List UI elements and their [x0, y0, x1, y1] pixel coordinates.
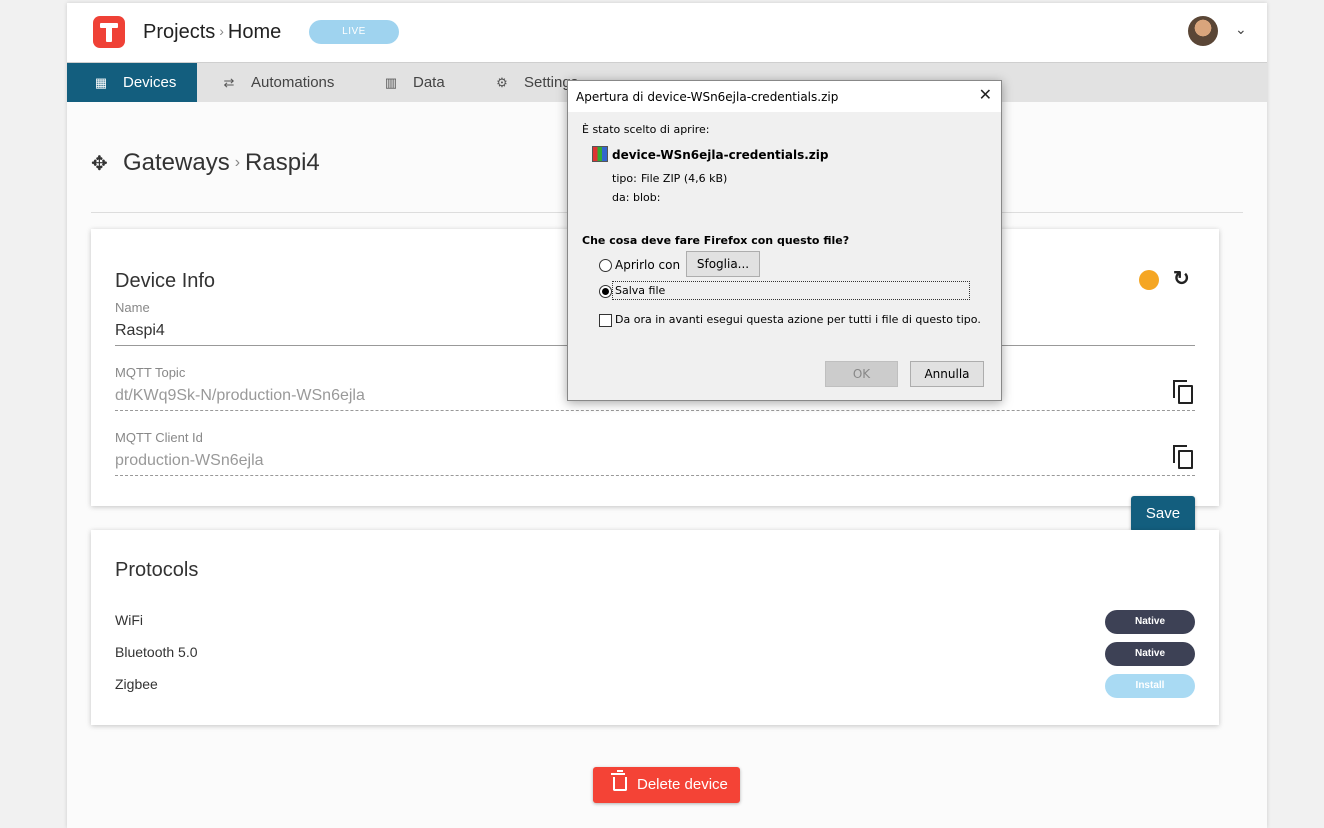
- trash-icon: [611, 770, 627, 791]
- delete-device-button[interactable]: Delete device: [593, 767, 740, 803]
- copy-icon[interactable]: [1173, 380, 1193, 404]
- open-with-radio[interactable]: [599, 259, 612, 272]
- ok-button[interactable]: OK: [825, 361, 898, 387]
- app-logo[interactable]: [93, 16, 125, 48]
- mqtt-client-id-underline: [115, 475, 1195, 476]
- card-title: Device Info: [115, 270, 216, 292]
- tab-data[interactable]: ▥ Data: [383, 63, 445, 102]
- status-badge: LIVE: [309, 20, 399, 44]
- refresh-icon[interactable]: ↻: [1173, 266, 1190, 291]
- name-field[interactable]: Raspi4: [115, 322, 165, 340]
- chevron-right-icon: ›: [234, 154, 241, 171]
- mqtt-topic-field: dt/KWq9Sk-N/production-WSn6ejla: [115, 387, 365, 404]
- breadcrumb-projects[interactable]: Projects: [143, 21, 215, 43]
- dialog-title: Apertura di device-WSn6ejla-credentials.…: [576, 90, 839, 104]
- chosen-text: È stato scelto di aprire:: [582, 123, 710, 136]
- card-title: Protocols: [115, 559, 199, 581]
- tab-devices[interactable]: ▦ Devices: [67, 63, 197, 102]
- tab-label: Devices: [123, 74, 177, 91]
- gear-icon: ⚙: [496, 75, 508, 90]
- chevron-down-icon[interactable]: ⌄: [1235, 21, 1247, 38]
- protocol-name: Bluetooth 5.0: [115, 644, 198, 660]
- from-value: blob:: [633, 191, 661, 204]
- breadcrumb-gateways[interactable]: Gateways: [123, 149, 230, 176]
- from-label: da:: [612, 191, 630, 204]
- cancel-button[interactable]: Annulla: [910, 361, 984, 387]
- remember-checkbox[interactable]: [599, 314, 612, 327]
- zip-file-icon: [592, 146, 608, 162]
- automation-icon: ⇄: [223, 75, 235, 90]
- top-header: Projects › Home LIVE ⌄: [67, 3, 1267, 62]
- protocols-card: Protocols WiFi Native Bluetooth 5.0 Nati…: [91, 530, 1219, 725]
- status-indicator: [1139, 270, 1159, 290]
- mqtt-client-id-label: MQTT Client Id: [115, 430, 203, 445]
- move-icon: ✥: [91, 153, 108, 175]
- protocol-name: WiFi: [115, 612, 143, 628]
- breadcrumb-device: Raspi4: [245, 149, 320, 176]
- save-button[interactable]: Save: [1131, 496, 1195, 532]
- breadcrumb-home: Home: [227, 21, 282, 43]
- file-name: device-WSn6ejla-credentials.zip: [612, 148, 829, 162]
- chart-icon: ▥: [384, 75, 398, 90]
- browse-button[interactable]: Sfoglia...: [686, 251, 760, 277]
- delete-label: Delete device: [637, 776, 728, 793]
- native-button[interactable]: Native: [1105, 610, 1195, 634]
- type-label: tipo:: [612, 172, 637, 185]
- download-dialog: Apertura di device-WSn6ejla-credentials.…: [567, 80, 1002, 401]
- chevron-right-icon: ›: [219, 23, 224, 39]
- tab-label: Automations: [251, 74, 335, 91]
- mqtt-topic-label: MQTT Topic: [115, 365, 186, 380]
- project-breadcrumb: Projects › Home: [143, 21, 281, 44]
- close-icon[interactable]: ✕: [979, 85, 992, 104]
- copy-icon[interactable]: [1173, 445, 1193, 469]
- question-text: Che cosa deve fare Firefox con questo fi…: [582, 234, 850, 247]
- tab-automations[interactable]: ⇄ Automations: [221, 63, 335, 102]
- protocol-name: Zigbee: [115, 676, 158, 692]
- native-button[interactable]: Native: [1105, 642, 1195, 666]
- mqtt-topic-underline: [115, 410, 1195, 411]
- install-button[interactable]: Install: [1105, 674, 1195, 698]
- name-label: Name: [115, 300, 150, 315]
- save-file-radio[interactable]: [599, 285, 612, 298]
- focus-ring: [612, 281, 970, 300]
- tab-label: Data: [413, 74, 445, 91]
- remember-label[interactable]: Da ora in avanti esegui questa azione pe…: [615, 313, 981, 326]
- page-title: Gateways › Raspi4: [123, 149, 320, 177]
- grid-icon: ▦: [94, 75, 108, 90]
- open-with-label[interactable]: Aprirlo con: [615, 258, 680, 272]
- type-value: File ZIP (4,6 kB): [641, 172, 728, 185]
- mqtt-client-id-field: production-WSn6ejla: [115, 452, 264, 469]
- dialog-body: È stato scelto di aprire: device-WSn6ejl…: [568, 112, 1001, 400]
- save-file-label[interactable]: Salva file: [615, 284, 665, 297]
- avatar[interactable]: [1188, 16, 1218, 46]
- tab-settings[interactable]: ⚙ Settings: [494, 63, 578, 102]
